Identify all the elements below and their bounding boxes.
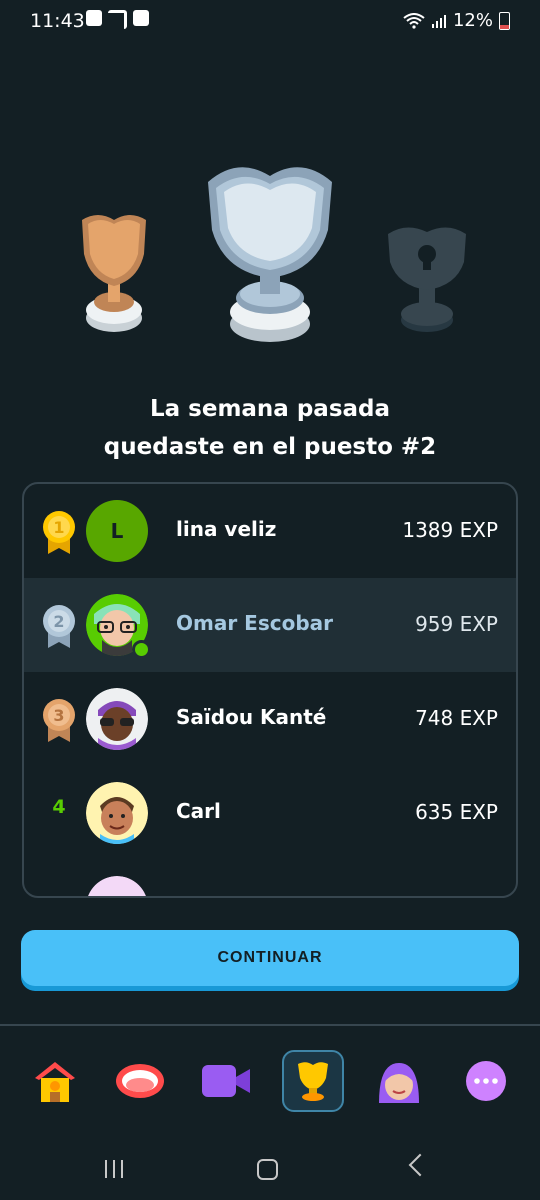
tab-video[interactable] <box>195 1050 257 1112</box>
rank-number: 1 <box>53 518 64 537</box>
more-icon <box>466 1061 506 1101</box>
status-bar: 11:43 12% <box>0 0 540 40</box>
online-status-indicator <box>132 640 151 659</box>
league-trophies <box>0 150 540 360</box>
video-icon <box>202 1065 250 1097</box>
avatar[interactable]: L <box>86 500 148 562</box>
bronze-trophy-icon <box>82 215 146 332</box>
user-name: Saïdou Kanté <box>176 705 327 729</box>
signal-boost-icon <box>108 10 127 29</box>
locked-trophy-icon <box>388 227 466 332</box>
leaderboard-row[interactable]: 4 Carl 635 EXP <box>24 766 516 860</box>
cell-signal-icon <box>431 14 446 28</box>
gallery-icon <box>86 10 102 26</box>
user-xp: 635 EXP <box>415 800 498 824</box>
result-line-1: La semana pasada <box>149 396 391 422</box>
leaderboard-icon <box>298 1062 328 1101</box>
back-button[interactable] <box>408 1153 432 1177</box>
home-button[interactable] <box>257 1159 278 1180</box>
avatar[interactable] <box>86 782 148 844</box>
leaderboard-row[interactable]: 3 Saïdou Kanté 748 EXP <box>24 672 516 766</box>
leaderboard-row[interactable]: 1 L lina veliz 1389 EXP <box>24 484 516 578</box>
tab-speak[interactable] <box>109 1050 171 1112</box>
tab-profile[interactable] <box>368 1050 430 1112</box>
notification-icons <box>86 10 149 29</box>
gold-medal-icon: 1 <box>43 511 75 554</box>
result-message: La semana pasada quedaste en el puesto #… <box>0 390 540 466</box>
user-xp: 1389 EXP <box>402 518 498 542</box>
tab-more[interactable] <box>455 1050 517 1112</box>
user-xp: 959 EXP <box>415 612 498 636</box>
user-name: lina veliz <box>176 517 277 541</box>
result-line-2: quedaste en el puesto #2 <box>103 434 437 460</box>
leaderboard-row[interactable] <box>24 860 516 898</box>
battery-icon <box>499 11 510 30</box>
avatar[interactable] <box>86 688 148 750</box>
bottom-tab-bar <box>0 1030 540 1130</box>
avatar[interactable] <box>86 876 148 898</box>
leaderboard-list[interactable]: 1 L lina veliz 1389 EXP 2 Omar Escobar 9… <box>22 482 518 898</box>
status-right: 12% <box>403 10 510 31</box>
continue-button[interactable]: CONTINUAR <box>21 930 519 986</box>
rank-number: 4 <box>52 796 66 818</box>
user-name: Carl <box>176 799 221 823</box>
rank-number: 2 <box>53 612 64 631</box>
user-xp: 748 EXP <box>415 706 498 730</box>
wifi-icon <box>403 12 425 29</box>
rank-number: 3 <box>53 706 64 725</box>
profile-icon <box>379 1063 419 1103</box>
tab-home[interactable] <box>24 1050 86 1112</box>
user-name: Omar Escobar <box>176 611 334 635</box>
silver-trophy-icon <box>208 167 332 342</box>
battery-percent: 12% <box>452 10 493 31</box>
system-navigation-bar <box>0 1140 540 1200</box>
silver-medal-icon: 2 <box>43 605 75 648</box>
home-icon <box>35 1062 75 1102</box>
tab-leaderboard[interactable] <box>282 1050 344 1112</box>
bronze-medal-icon: 3 <box>43 699 75 742</box>
leaderboard-row-current-user[interactable]: 2 Omar Escobar 959 EXP <box>24 578 516 672</box>
tab-bar-divider <box>0 1024 540 1026</box>
alert-icon <box>133 10 149 26</box>
speak-icon <box>116 1064 164 1098</box>
recents-button[interactable] <box>105 1160 123 1178</box>
status-time: 11:43 <box>30 10 85 32</box>
